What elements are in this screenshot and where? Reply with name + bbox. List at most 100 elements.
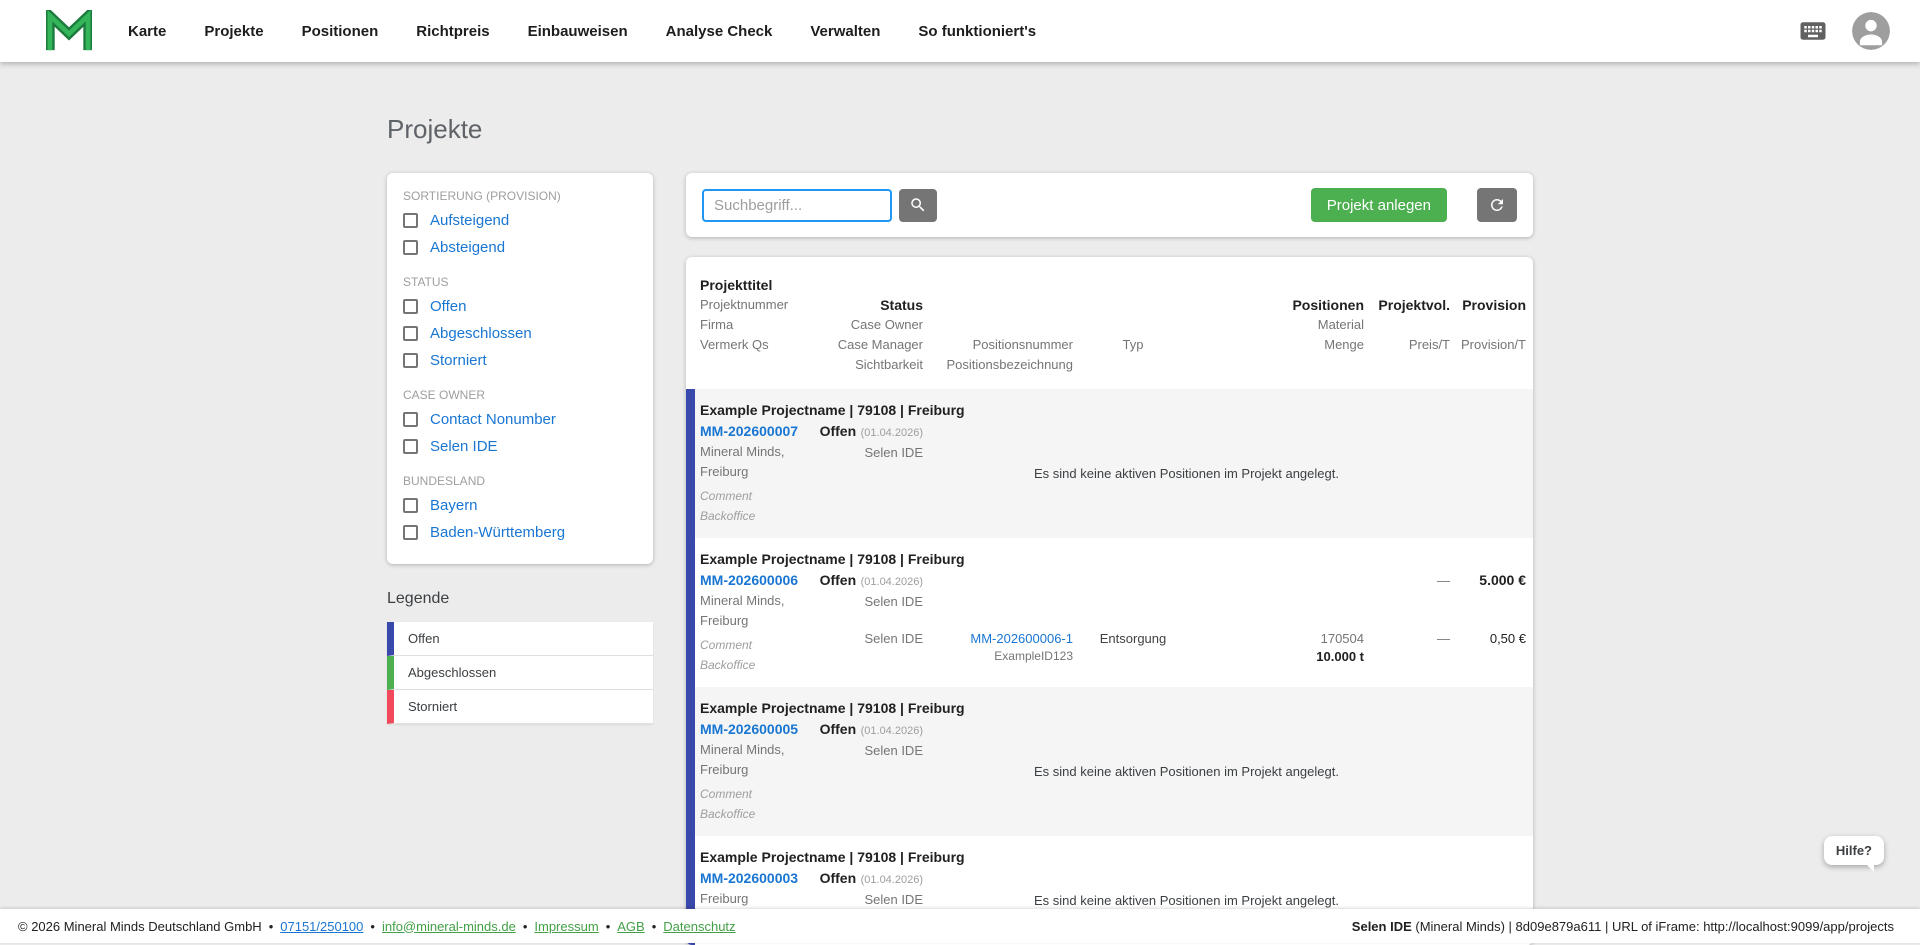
footer-link-email[interactable]: info@mineral-minds.de	[382, 919, 516, 934]
position-name: ExampleID123	[994, 649, 1073, 663]
search-input[interactable]	[702, 188, 892, 222]
checkbox-icon[interactable]	[403, 439, 418, 454]
help-button[interactable]: Hilfe?	[1823, 836, 1884, 872]
filter-option-label[interactable]: Selen IDE	[430, 438, 498, 455]
checkbox-icon[interactable]	[403, 498, 418, 513]
project-note: Comment	[700, 638, 753, 652]
create-project-button[interactable]: Projekt anlegen	[1310, 188, 1447, 222]
filter-option-aufsteigend[interactable]: Aufsteigend	[403, 207, 637, 234]
project-number-link[interactable]: MM-202600005	[700, 719, 798, 740]
legend: Offen Abgeschlossen Storniert	[387, 622, 653, 724]
footer-link-datenschutz[interactable]: Datenschutz	[663, 919, 735, 934]
filter-heading-status: STATUS	[403, 275, 449, 289]
position-number-link[interactable]: MM-202600006-1	[970, 630, 1073, 648]
project-title: Example Projectname | 79108 | Freiburg	[700, 849, 965, 865]
filter-option-bayern[interactable]: Bayern	[403, 492, 637, 519]
filter-option-label[interactable]: Offen	[430, 298, 466, 315]
checkbox-icon[interactable]	[403, 299, 418, 314]
column-positionsbezeichnung: Positionsbezeichnung	[946, 357, 1073, 372]
checkbox-icon[interactable]	[403, 326, 418, 341]
column-projekttitel: Projekttitel	[700, 277, 773, 293]
filter-option-label[interactable]: Absteigend	[430, 239, 505, 256]
filter-option-contact-nonumber[interactable]: Contact Nonumber	[403, 406, 637, 433]
case-owner: Selen IDE	[864, 743, 923, 758]
column-group-projektvol: Projektvol. Preis/T	[1364, 295, 1450, 375]
project-title: Example Projectname | 79108 | Freiburg	[700, 402, 965, 418]
filter-option-label[interactable]: Contact Nonumber	[430, 411, 556, 428]
filter-option-selen-ide[interactable]: Selen IDE	[403, 433, 637, 460]
column-status: Status	[880, 297, 923, 313]
project-note: Comment	[700, 489, 753, 503]
footer-link-agb[interactable]: AGB	[617, 919, 644, 934]
filter-option-label[interactable]: Baden-Württemberg	[430, 524, 565, 541]
position-row: Selen IDE MM-202600006-1 ExampleID123 En…	[810, 630, 1526, 675]
position-owner: Selen IDE	[864, 631, 923, 646]
filter-option-offen[interactable]: Offen	[403, 293, 637, 320]
project-number-link[interactable]: MM-202600003	[700, 868, 798, 889]
refresh-button[interactable]	[1477, 188, 1517, 222]
project-city: Freiburg	[700, 762, 749, 777]
separator: •	[605, 918, 611, 934]
project-company: Mineral Minds,	[700, 593, 785, 608]
nav-item-so-funktionierts[interactable]: So funktioniert's	[918, 23, 1036, 40]
status-badge: Offen	[819, 721, 857, 737]
filter-heading-bundesland: BUNDESLAND	[403, 474, 486, 488]
nav-item-positionen[interactable]: Positionen	[302, 23, 379, 40]
column-case-owner: Case Owner	[850, 317, 923, 332]
project-company: Mineral Minds,	[700, 742, 785, 757]
footer-link-phone[interactable]: 07151/250100	[280, 919, 363, 934]
project-number-link[interactable]: MM-202600007	[700, 421, 798, 442]
nav-item-richtpreis[interactable]: Richtpreis	[416, 23, 489, 40]
checkbox-icon[interactable]	[403, 525, 418, 540]
nav-item-analyse-check[interactable]: Analyse Check	[666, 23, 773, 40]
filter-option-absteigend[interactable]: Absteigend	[403, 234, 637, 261]
navbar-right	[1798, 12, 1890, 50]
filter-option-label[interactable]: Bayern	[430, 497, 478, 514]
toolbar: Projekt anlegen	[686, 173, 1533, 237]
sidebar: SORTIERUNG (PROVISION) Aufsteigend Abste…	[387, 173, 653, 724]
mineral-minds-logo-icon	[46, 10, 92, 51]
user-avatar[interactable]	[1852, 12, 1890, 50]
search-button[interactable]	[899, 188, 937, 222]
column-group-positionen: Positionen Material Menge	[1193, 295, 1364, 375]
filter-heading-case-owner: CASE OWNER	[403, 388, 486, 402]
legend-item-label: Storniert	[408, 699, 458, 714]
filter-heading-sortierung: SORTIERUNG (PROVISION)	[403, 189, 561, 203]
project-company: Mineral Minds,	[700, 444, 785, 459]
filter-option-baden-wuerttemberg[interactable]: Baden-Württemberg	[403, 519, 637, 546]
legend-item-abgeschlossen: Abgeschlossen	[387, 656, 653, 690]
filter-panel: SORTIERUNG (PROVISION) Aufsteigend Abste…	[387, 173, 653, 564]
filter-option-storniert[interactable]: Storniert	[403, 347, 637, 374]
project-number-link[interactable]: MM-202600006	[700, 570, 798, 591]
project-title: Example Projectname | 79108 | Freiburg	[700, 700, 965, 716]
status-badge: Offen	[819, 423, 857, 439]
checkbox-icon[interactable]	[403, 240, 418, 255]
project-city: Freiburg	[700, 613, 749, 628]
case-owner: Selen IDE	[864, 445, 923, 460]
case-owner: Selen IDE	[864, 594, 923, 609]
filter-option-label[interactable]: Storniert	[430, 352, 487, 369]
checkbox-icon[interactable]	[403, 353, 418, 368]
column-group-provision: Provision Provision/T	[1450, 295, 1526, 375]
project-row[interactable]: Example Projectname | 79108 | Freiburg M…	[686, 687, 1533, 836]
app-logo[interactable]	[46, 10, 92, 52]
keyboard-icon[interactable]	[1798, 16, 1828, 46]
checkbox-icon[interactable]	[403, 412, 418, 427]
nav-item-verwalten[interactable]: Verwalten	[810, 23, 880, 40]
nav-item-karte[interactable]: Karte	[128, 23, 166, 40]
filter-option-abgeschlossen[interactable]: Abgeschlossen	[403, 320, 637, 347]
no-positions-message: Es sind keine aktiven Positionen im Proj…	[1034, 764, 1339, 779]
case-owner: Selen IDE	[864, 892, 923, 907]
separator: •	[522, 918, 528, 934]
nav-item-einbauweisen[interactable]: Einbauweisen	[528, 23, 628, 40]
project-preis: —	[1437, 573, 1450, 588]
filter-option-label[interactable]: Aufsteigend	[430, 212, 509, 229]
footer-link-impressum[interactable]: Impressum	[534, 919, 598, 934]
project-row[interactable]: Example Projectname | 79108 | Freiburg M…	[686, 389, 1533, 538]
column-sichtbarkeit: Sichtbarkeit	[855, 357, 923, 372]
filter-option-label[interactable]: Abgeschlossen	[430, 325, 532, 342]
checkbox-icon[interactable]	[403, 213, 418, 228]
legend-item-storniert: Storniert	[387, 690, 653, 724]
project-row[interactable]: Example Projectname | 79108 | Freiburg M…	[686, 538, 1533, 687]
nav-item-projekte[interactable]: Projekte	[204, 23, 263, 40]
